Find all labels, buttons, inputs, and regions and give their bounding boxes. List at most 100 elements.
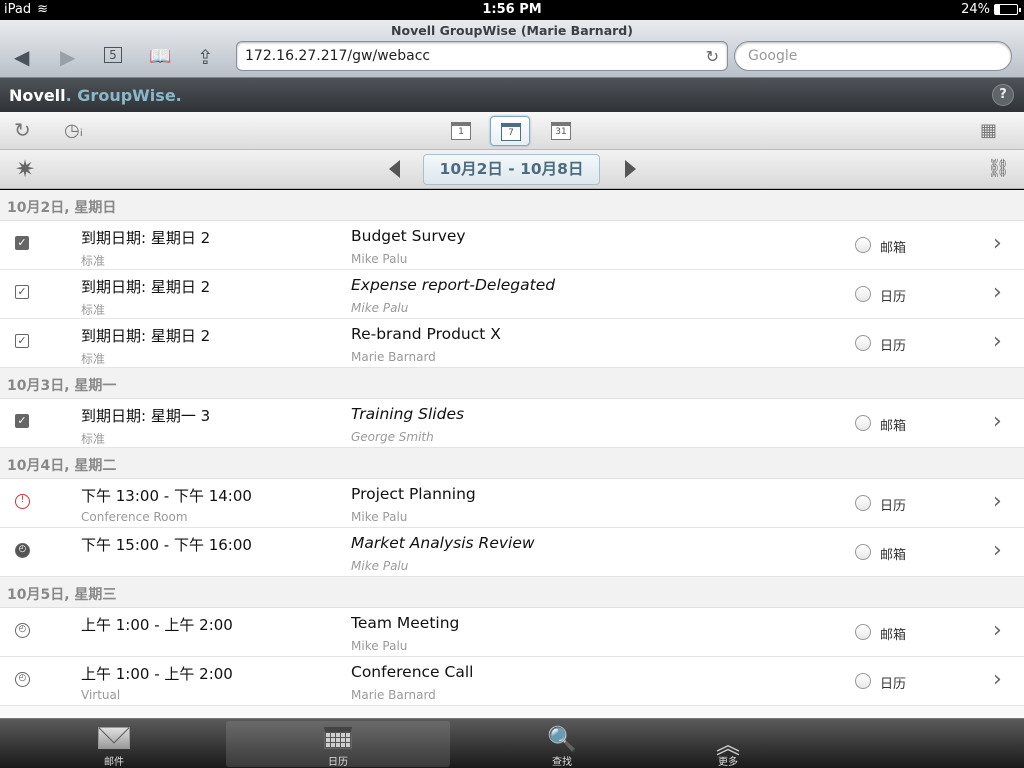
appointment-icon: ◴ [15, 543, 30, 558]
history-icon[interactable]: ◷ᵢ [64, 120, 83, 141]
back-button[interactable]: ◀ [14, 44, 29, 70]
item-subject: Budget Survey [351, 227, 466, 245]
item-detail: Conference Room [81, 510, 188, 524]
select-radio[interactable] [855, 415, 871, 431]
logo: Novell. GroupWise. [9, 86, 182, 105]
select-radio[interactable] [855, 335, 871, 351]
item-location: 邮箱 [880, 628, 907, 643]
select-radio[interactable] [855, 673, 871, 689]
view-toolbar: ↻ ◷ᵢ 1 7 31 ▦ [0, 112, 1024, 150]
select-radio[interactable] [855, 286, 871, 302]
item-detail: 标准 [81, 254, 106, 268]
tab-mail[interactable]: 邮件 [2, 721, 226, 768]
date-navigation: ✷ 10月2日 - 10月8日 ⛓ [0, 150, 1024, 189]
chevron-right-icon[interactable]: › [993, 329, 1002, 354]
search-placeholder: Google [748, 48, 798, 64]
list-item[interactable]: ◴ 上午 1:00 - 上午 2:00 Team Meeting Mike Palu 邮… [0, 608, 1024, 657]
tab-bar: 邮件 日历 🔍 查找 ︽ 更多 [0, 718, 1024, 768]
item-location: 邮箱 [880, 419, 907, 434]
item-from: George Smith [351, 430, 434, 444]
list-item[interactable]: ✓ 到期日期: 星期日 2 标准 Budget Survey Mike Palu 邮箱 › [0, 221, 1024, 270]
refresh-icon[interactable]: ↻ [14, 118, 31, 142]
chevron-right-icon[interactable]: › [993, 409, 1002, 434]
reload-icon[interactable]: ↻ [706, 47, 719, 66]
task-icon: ✓ [15, 285, 29, 299]
select-radio[interactable] [855, 495, 871, 511]
help-button[interactable]: ? [992, 84, 1014, 106]
item-time: 到期日期: 星期日 2 [81, 278, 211, 296]
week-view-button[interactable]: 7 [490, 116, 530, 146]
share-icon[interactable]: ⇪ [197, 44, 214, 70]
clock-icon: ◴ [15, 672, 30, 687]
address-bar[interactable]: 172.16.27.217/gw/webacc ↻ [236, 41, 728, 71]
appointment-alarm-icon: ! [15, 494, 30, 509]
app-header: Novell. GroupWise. ? [0, 78, 1024, 112]
item-time: 到期日期: 星期日 2 [81, 327, 211, 345]
item-time: 下午 15:00 - 下午 16:00 [81, 536, 252, 554]
item-from: Marie Barnard [351, 350, 436, 364]
list-item[interactable]: ◴ 下午 15:00 - 下午 16:00 Market Analysis Revi… [0, 528, 1024, 577]
chevron-right-icon[interactable]: › [993, 667, 1002, 692]
previous-week-button[interactable] [389, 160, 400, 178]
item-location: 邮箱 [880, 241, 907, 256]
status-bar: iPad ≋ 1:56 PM 24% [0, 0, 1024, 20]
item-subject: Team Meeting [351, 614, 460, 632]
tab-calendar[interactable]: 日历 [226, 721, 450, 768]
list-item[interactable]: ◴ 上午 1:00 - 上午 2:00 Virtual Conference Call… [0, 657, 1024, 706]
calendar-icon [324, 727, 352, 749]
item-time: 上午 1:00 - 上午 2:00 [81, 616, 233, 634]
task-icon: ✓ [15, 334, 29, 348]
item-location: 日历 [880, 677, 907, 692]
item-location: 邮箱 [880, 548, 907, 563]
day-header: 10月5日, 星期三 [0, 577, 1024, 608]
link-icon[interactable]: ⛓ [987, 158, 1010, 179]
item-subject: Expense report-Delegated [351, 276, 556, 294]
chevron-right-icon[interactable]: › [993, 618, 1002, 643]
today-icon[interactable]: ✷ [15, 155, 35, 183]
month-view-button[interactable]: 31 [541, 116, 581, 146]
item-time: 下午 13:00 - 下午 14:00 [81, 487, 252, 505]
forward-button[interactable]: ▶ [60, 44, 75, 70]
clock: 1:56 PM [482, 2, 542, 17]
select-radio[interactable] [855, 237, 871, 253]
select-radio[interactable] [855, 544, 871, 560]
battery-percent: 24% [961, 2, 990, 17]
item-from: Mike Palu [351, 559, 409, 573]
item-subject: Training Slides [351, 405, 465, 423]
item-subject: Re-brand Product X [351, 325, 501, 343]
item-time: 到期日期: 星期一 3 [81, 407, 211, 425]
chevron-right-icon[interactable]: › [993, 538, 1002, 563]
bookmarks-icon[interactable]: 📖 [149, 44, 171, 70]
day-header: 10月3日, 星期一 [0, 368, 1024, 399]
item-subject: Market Analysis Review [351, 534, 535, 552]
url-text: 172.16.27.217/gw/webacc [245, 48, 431, 64]
item-detail: 标准 [81, 352, 106, 366]
item-subject: Project Planning [351, 485, 476, 503]
chevron-right-icon[interactable]: › [993, 489, 1002, 514]
mail-icon [98, 727, 130, 749]
item-detail: Virtual [81, 688, 121, 702]
next-week-button[interactable] [625, 160, 636, 178]
list-item[interactable]: ✓ 到期日期: 星期一 3 标准 Training Slides George Smit… [0, 399, 1024, 448]
select-radio[interactable] [855, 624, 871, 640]
item-detail: 标准 [81, 303, 106, 317]
pages-button[interactable]: 5 [104, 47, 122, 63]
date-range[interactable]: 10月2日 - 10月8日 [423, 154, 600, 185]
chevron-right-icon[interactable]: › [993, 280, 1002, 305]
search-input[interactable]: Google [734, 41, 1012, 71]
list-item[interactable]: ✓ 到期日期: 星期日 2 标准 Expense report-Delegated Mi… [0, 270, 1024, 319]
item-subject: Conference Call [351, 663, 474, 681]
item-from: Mike Palu [351, 639, 408, 653]
task-attachment-icon: ✓ [15, 236, 29, 250]
item-from: Mike Palu [351, 510, 408, 524]
item-location: 日历 [880, 290, 907, 305]
item-time: 上午 1:00 - 上午 2:00 [81, 665, 233, 683]
clock-icon: ◴ [15, 623, 30, 638]
calendar-menu-icon[interactable]: ▦ [980, 120, 997, 141]
tab-more[interactable]: ︽ 更多 [616, 721, 840, 768]
list-item[interactable]: ✓ 到期日期: 星期日 2 标准 Re-brand Product X Marie Ba… [0, 319, 1024, 368]
chevron-right-icon[interactable]: › [993, 231, 1002, 256]
day-header: 10月4日, 星期二 [0, 448, 1024, 479]
list-item[interactable]: ! 下午 13:00 - 下午 14:00 Conference Room Proje… [0, 479, 1024, 528]
day-view-button[interactable]: 1 [441, 116, 481, 146]
